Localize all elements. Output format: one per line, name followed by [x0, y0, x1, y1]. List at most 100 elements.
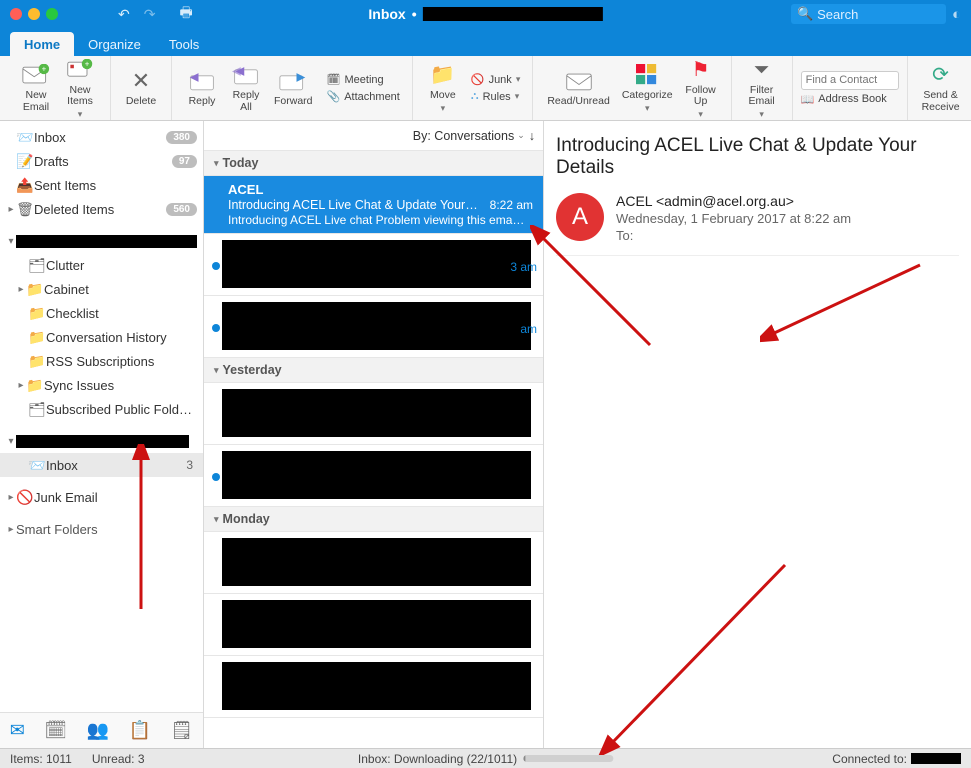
- reply-all-button[interactable]: Reply All: [224, 60, 268, 115]
- mail-view-icon[interactable]: ✉: [10, 720, 25, 741]
- reply-icon: [188, 68, 216, 94]
- quick-access: ↶ ↷ 🖶: [118, 2, 193, 26]
- group-today[interactable]: ▾Today: [204, 151, 543, 176]
- sort-direction-button[interactable]: ↓: [529, 129, 535, 143]
- search-box[interactable]: 🔍: [791, 4, 946, 24]
- forward-icon: [279, 68, 307, 94]
- sidebar-account-header[interactable]: ▾: [0, 229, 203, 253]
- tab-home[interactable]: Home: [10, 32, 74, 56]
- group-yesterday[interactable]: ▾Yesterday: [204, 358, 543, 383]
- sidebar-item-inbox-2[interactable]: 📨 Inbox 3: [0, 453, 203, 477]
- message-item[interactable]: am: [204, 296, 543, 358]
- filter-email-button[interactable]: ⏷ Filter Email ▾: [740, 55, 784, 122]
- chevron-down-icon: ▾: [441, 104, 446, 114]
- people-view-icon[interactable]: 👥: [87, 720, 109, 741]
- find-contact-input[interactable]: [801, 71, 899, 90]
- message-item[interactable]: [204, 445, 543, 507]
- sidebar-account-header-2[interactable]: ▾: [0, 429, 203, 453]
- redo-icon[interactable]: ↷: [144, 6, 156, 23]
- group-monday[interactable]: ▾Monday: [204, 507, 543, 532]
- group-label: Yesterday: [223, 363, 282, 377]
- status-bar: Items: 1011 Unread: 3 Inbox: Downloading…: [0, 748, 971, 768]
- address-book-button[interactable]: 📖Address Book: [801, 93, 899, 106]
- expand-arrow-icon[interactable]: ▸: [16, 284, 26, 295]
- sidebar-item-sync-issues[interactable]: ▸📁Sync Issues: [0, 373, 203, 397]
- junk-icon: 🚫: [471, 73, 485, 86]
- sidebar-item-conversation-history[interactable]: 📁Conversation History: [0, 325, 203, 349]
- sidebar-item-rss[interactable]: 📁RSS Subscriptions: [0, 349, 203, 373]
- sidebar-item-junk[interactable]: ▸🚫Junk Email: [0, 485, 203, 509]
- follow-up-button[interactable]: ⚑ Follow Up ▾: [679, 55, 723, 122]
- sidebar-item-subscribed-public[interactable]: 🗂Subscribed Public Folders: [0, 397, 203, 421]
- collapse-arrow-icon[interactable]: ▾: [6, 436, 16, 447]
- sidebar-item-cabinet[interactable]: ▸📁Cabinet: [0, 277, 203, 301]
- sidebar-item-inbox[interactable]: 📨 Inbox 380: [0, 125, 203, 149]
- reply-button[interactable]: Reply: [180, 66, 224, 110]
- redacted-content: [222, 538, 531, 586]
- sidebar-item-drafts[interactable]: 📝 Drafts 97: [0, 149, 203, 173]
- message-item[interactable]: [204, 532, 543, 594]
- sort-by-button[interactable]: By: Conversations ⌄: [413, 129, 525, 143]
- sidebar-item-clutter[interactable]: 🗂Clutter: [0, 253, 203, 277]
- sidebar-item-label: Inbox: [46, 458, 186, 473]
- status-items: Items: 1011: [10, 752, 72, 766]
- expand-arrow-icon[interactable]: ▸: [16, 380, 26, 391]
- expand-arrow-icon[interactable]: ▸: [6, 492, 16, 503]
- sidebar-item-label: Inbox: [34, 130, 166, 145]
- maximize-window-button[interactable]: [46, 8, 58, 20]
- forward-button[interactable]: Forward: [268, 66, 319, 110]
- search-input[interactable]: [817, 7, 940, 22]
- reply-all-icon: [232, 62, 260, 88]
- notes-view-icon[interactable]: 🗒: [170, 720, 193, 741]
- expand-arrow-icon[interactable]: ▸: [6, 204, 16, 215]
- email-from: ACEL <admin@acel.org.au>: [616, 193, 851, 209]
- search-icon: 🔍: [797, 6, 813, 22]
- rules-button[interactable]: ⛬Rules▾: [467, 89, 524, 104]
- new-items-button[interactable]: + New Items ▾: [58, 55, 102, 122]
- sidebar-nav-switcher: ✉ 🗓 👥 📋 🗒: [0, 712, 203, 748]
- tasks-view-icon[interactable]: 📋: [129, 720, 151, 741]
- redacted-content: [222, 451, 531, 499]
- count-badge: 97: [172, 155, 197, 168]
- sidebar-item-label: Subscribed Public Folders: [46, 402, 197, 417]
- message-item[interactable]: 3 am: [204, 234, 543, 296]
- move-button[interactable]: 📁 Move ▾: [421, 60, 465, 115]
- categorize-button[interactable]: Categorize ▾: [616, 60, 679, 115]
- attachment-button[interactable]: 📎Attachment: [323, 89, 404, 104]
- close-window-button[interactable]: [10, 8, 22, 20]
- send-receive-button[interactable]: ⟳ Send & Receive: [916, 60, 966, 115]
- meeting-button[interactable]: 🗓Meeting: [323, 72, 404, 87]
- print-icon[interactable]: 🖶: [179, 2, 192, 26]
- sidebar-item-label: Conversation History: [46, 330, 197, 345]
- tab-tools[interactable]: Tools: [155, 32, 213, 56]
- calendar-view-icon[interactable]: 🗓: [44, 720, 67, 741]
- folder-icon: 🗂: [28, 257, 46, 274]
- read-unread-button[interactable]: Read/Unread: [541, 66, 615, 110]
- filter-icon: ⏷: [748, 57, 776, 83]
- expand-arrow-icon[interactable]: ▸: [6, 524, 16, 535]
- sidebar-item-deleted[interactable]: ▸🗑 Deleted Items 560: [0, 197, 203, 221]
- inbox-icon: 📨: [28, 457, 46, 474]
- message-item[interactable]: [204, 383, 543, 445]
- collapse-arrow-icon[interactable]: ▾: [6, 236, 16, 247]
- sidebar-item-sent[interactable]: 📤 Sent Items: [0, 173, 203, 197]
- message-item[interactable]: [204, 656, 543, 718]
- sidebar-item-checklist[interactable]: 📁Checklist: [0, 301, 203, 325]
- junk-button[interactable]: 🚫Junk▾: [467, 72, 524, 87]
- sidebar-item-smart-folders[interactable]: ▸Smart Folders: [0, 517, 203, 541]
- title-account-redacted: [423, 7, 603, 21]
- new-email-button[interactable]: + New Email: [14, 60, 58, 115]
- help-icon[interactable]: ◐: [952, 6, 961, 23]
- sidebar-item-label: Junk Email: [34, 490, 197, 505]
- window-controls: [10, 8, 58, 20]
- message-item-selected[interactable]: ACEL Introducing ACEL Live Chat & Update…: [204, 176, 543, 234]
- undo-icon[interactable]: ↶: [118, 6, 130, 23]
- delete-button[interactable]: ✕ Delete: [119, 66, 163, 110]
- minimize-window-button[interactable]: [28, 8, 40, 20]
- tab-organize[interactable]: Organize: [74, 32, 155, 56]
- read-unread-icon: [565, 68, 593, 94]
- message-item[interactable]: [204, 594, 543, 656]
- ribbon: + New Email + New Items ▾ ✕ Delete Reply: [0, 56, 971, 121]
- sent-icon: 📤: [16, 177, 34, 194]
- collapse-arrow-icon: ▾: [214, 514, 219, 525]
